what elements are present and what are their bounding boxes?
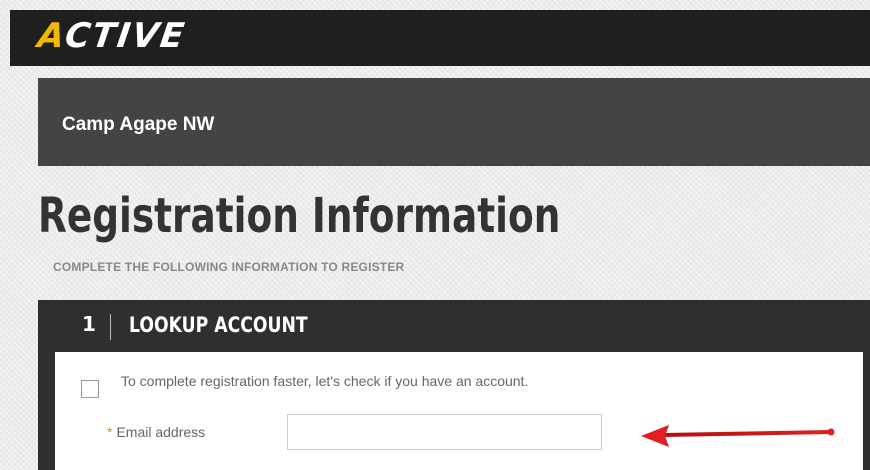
organization-bar: Camp Agape NW xyxy=(38,78,870,166)
page-title: Registration Information xyxy=(38,188,561,244)
checkbox-label: To complete registration faster, let's c… xyxy=(121,373,529,389)
email-label-text: Email address xyxy=(116,424,206,440)
page-subtitle: COMPLETE THE FOLLOWING INFORMATION TO RE… xyxy=(53,260,405,274)
active-logo[interactable]: ACTIVE xyxy=(35,16,188,56)
organization-name: Camp Agape NW xyxy=(62,114,215,135)
section-body: To complete registration faster, let's c… xyxy=(55,352,863,470)
account-lookup-checkbox[interactable] xyxy=(81,380,99,398)
logo-text: CTIVE xyxy=(62,16,189,56)
red-arrow-annotation xyxy=(641,425,835,447)
email-field[interactable] xyxy=(287,414,602,450)
required-marker: * xyxy=(107,424,113,440)
lookup-account-section: 1 LOOKUP ACCOUNT To complete registratio… xyxy=(38,300,870,470)
section-title: LOOKUP ACCOUNT xyxy=(129,313,308,337)
email-label: * Email address xyxy=(107,424,205,440)
section-divider xyxy=(110,314,111,340)
section-number: 1 xyxy=(82,312,96,336)
top-bar: ACTIVE xyxy=(10,10,870,66)
section-header: 1 LOOKUP ACCOUNT xyxy=(38,300,870,352)
